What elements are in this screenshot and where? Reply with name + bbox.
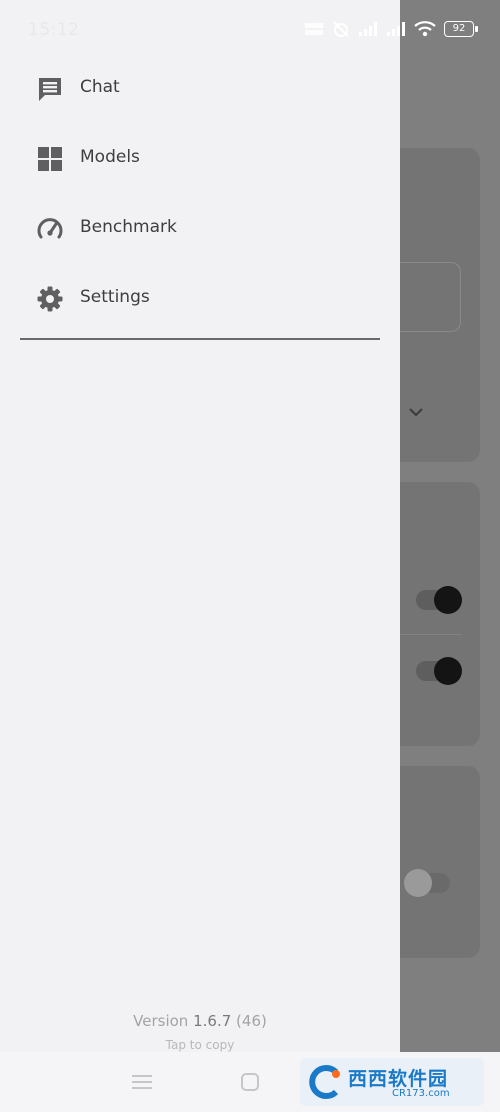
- drawer-item-chat[interactable]: Chat: [0, 52, 400, 122]
- status-bar: 15:12 92: [0, 0, 500, 60]
- navigation-drawer: Chat Models Benchmark Settings Version 1…: [0, 0, 400, 1052]
- speedometer-icon: [37, 218, 63, 239]
- version-label: Version: [133, 1012, 189, 1030]
- copy-hint: Tap to copy: [165, 1038, 235, 1052]
- watermark-logo: 西西软件园 CR173.com: [300, 1058, 484, 1106]
- battery-level: 92: [452, 23, 466, 34]
- menu-icon[interactable]: [130, 1072, 156, 1092]
- status-time: 15:12: [28, 20, 80, 40]
- grid-icon: [38, 147, 62, 171]
- background-toggle-switch: [404, 869, 450, 897]
- chat-icon: [39, 78, 61, 101]
- drawer-item-models[interactable]: Models: [0, 122, 400, 192]
- drawer-divider: [20, 338, 380, 340]
- version-number: 1.6.7: [193, 1012, 232, 1030]
- background-toggle-switch: [416, 657, 462, 685]
- battery-icon: 92: [444, 21, 478, 37]
- build-number: (46): [236, 1012, 267, 1030]
- drawer-menu-list: Chat Models Benchmark Settings: [0, 52, 400, 332]
- drawer-item-label: Benchmark: [80, 217, 177, 237]
- home-icon[interactable]: [240, 1072, 260, 1092]
- drawer-item-settings[interactable]: Settings: [0, 262, 400, 332]
- signal-icon: [359, 22, 377, 36]
- network-speed-icon: [305, 23, 323, 35]
- drawer-item-label: Models: [80, 147, 140, 167]
- watermark-text: 西西软件园: [348, 1068, 449, 1090]
- alarm-off-icon: [333, 21, 349, 37]
- gear-icon: [37, 286, 63, 312]
- version-info[interactable]: Version 1.6.7 (46): [0, 1012, 400, 1030]
- drawer-item-benchmark[interactable]: Benchmark: [0, 192, 400, 262]
- watermark-icon: [309, 1065, 340, 1099]
- drawer-item-label: Chat: [80, 77, 120, 97]
- watermark-subtext: CR173.com: [392, 1088, 450, 1099]
- drawer-item-label: Settings: [80, 287, 150, 307]
- signal-icon: [387, 22, 405, 36]
- status-icons: 92: [304, 20, 478, 38]
- background-toggle-switch: [416, 586, 462, 614]
- chevron-down-icon: [409, 408, 423, 417]
- wifi-icon: [414, 21, 436, 37]
